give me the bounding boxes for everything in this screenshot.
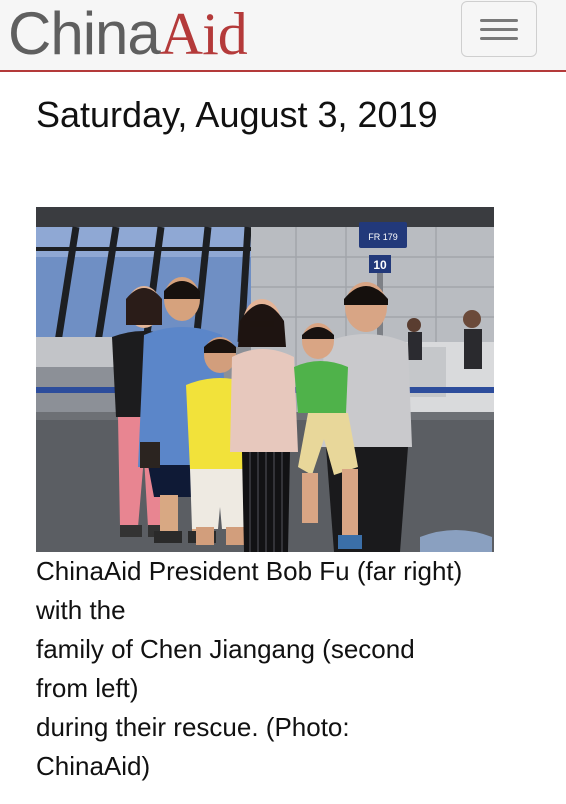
gate-sign-text: FR 179 [368, 232, 398, 242]
post-date: Saturday, August 3, 2019 [36, 94, 438, 135]
logo-aid-text: Aid [159, 1, 248, 67]
gate-number-text: 10 [373, 258, 387, 272]
caption-line: ChinaAid President Bob Fu (far right) [36, 556, 463, 586]
hamburger-menu-icon-bar [480, 37, 518, 40]
airport-family-photo: FR 179 10 [36, 207, 494, 552]
caption-line: family of Chen Jiangang (second [36, 634, 415, 664]
site-logo[interactable]: ChinaAid [8, 0, 248, 70]
hamburger-menu-icon-bar [480, 28, 518, 31]
caption-line: ChinaAid) [36, 751, 151, 781]
hamburger-menu-icon [480, 19, 518, 22]
post-photo: FR 179 10 [36, 207, 494, 552]
site-header: ChinaAid [0, 0, 566, 72]
photo-caption: ChinaAid President Bob Fu (far right) wi… [36, 552, 536, 786]
hamburger-menu-button[interactable] [461, 1, 537, 57]
caption-line: from left) [36, 673, 139, 703]
caption-line: with the [36, 595, 126, 625]
logo-china-text: China [8, 0, 161, 67]
caption-line: during their rescue. (Photo: [36, 712, 350, 742]
